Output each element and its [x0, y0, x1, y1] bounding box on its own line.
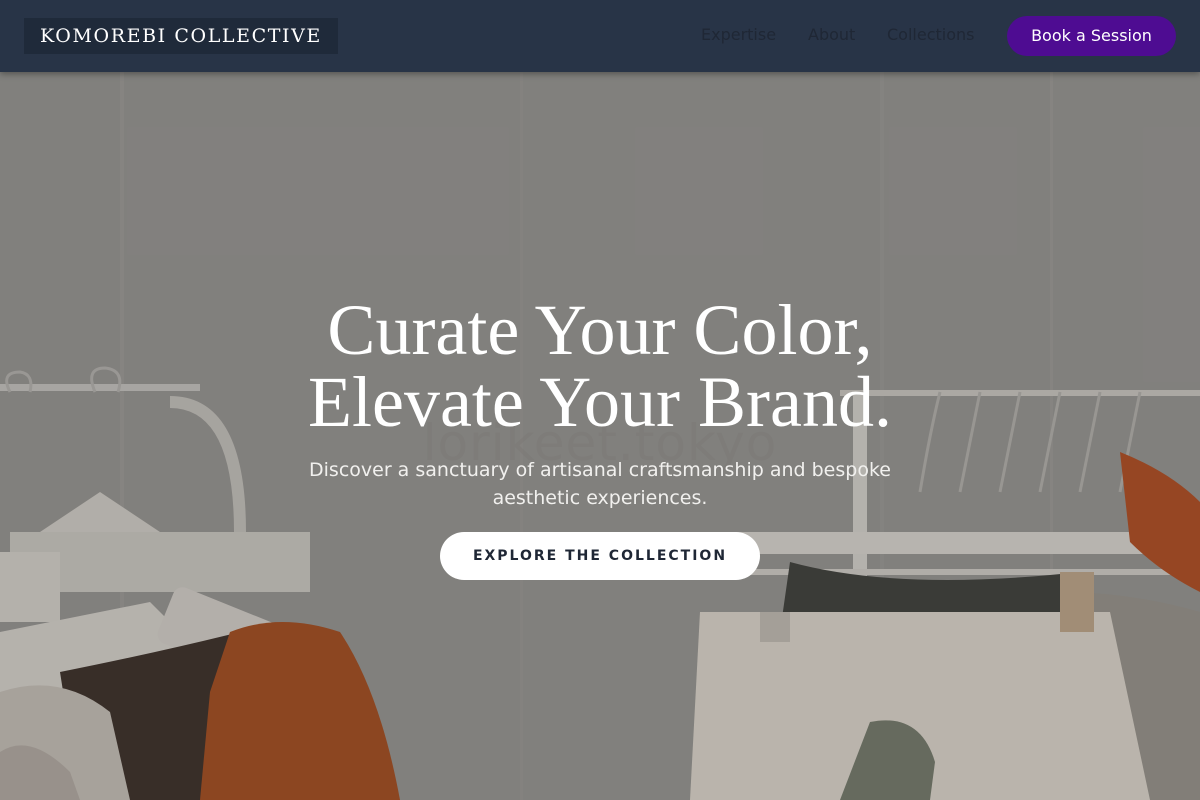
nav-link-about[interactable]: About: [808, 24, 855, 46]
nav-link-collections[interactable]: Collections: [887, 24, 974, 46]
site-header: KOMOREBI COLLECTIVE Expertise About Coll…: [0, 0, 1200, 72]
hero-headline: Curate Your Color, Elevate Your Brand.: [200, 294, 1000, 438]
hero-headline-line-2: Elevate Your Brand.: [308, 362, 892, 442]
hero-subheadline: Discover a sanctuary of artisanal crafts…: [309, 459, 891, 509]
explore-collection-button[interactable]: EXPLORE THE COLLECTION: [440, 532, 760, 580]
hero-section: lorikeet.tokyo Curate Your Color, Elevat…: [0, 72, 1200, 800]
brand-logo[interactable]: KOMOREBI COLLECTIVE: [24, 18, 338, 54]
hero-headline-line-1: Curate Your Color,: [327, 290, 873, 370]
nav-link-expertise[interactable]: Expertise: [701, 24, 776, 46]
book-session-button[interactable]: Book a Session: [1007, 16, 1176, 56]
